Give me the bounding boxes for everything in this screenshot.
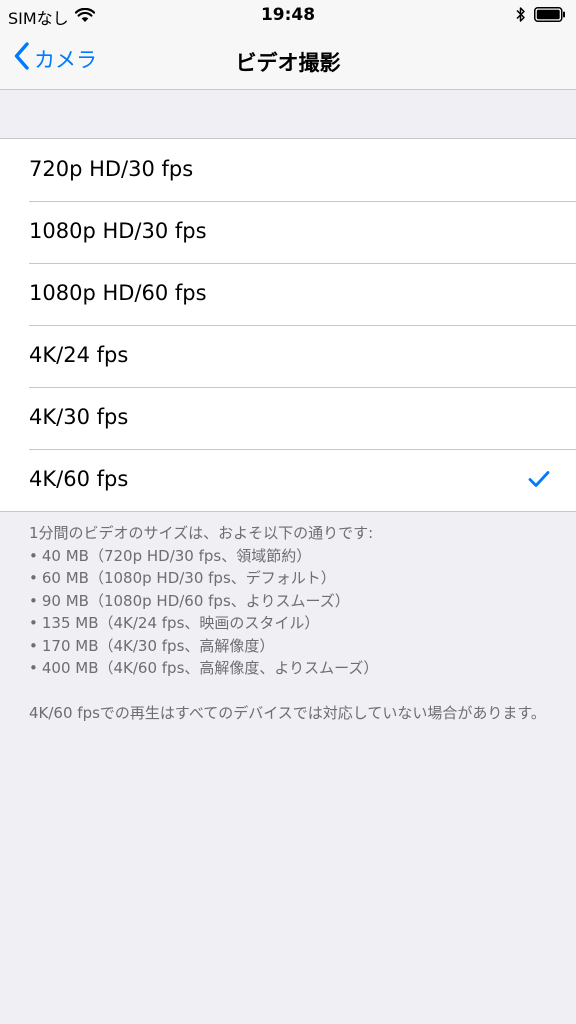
option-label: 4K/30 fps [29, 405, 129, 429]
size-info-item: 40 MB（720p HD/30 fps、領域節約） [29, 545, 549, 568]
size-info-item: 90 MB（1080p HD/60 fps、よりスムーズ） [29, 590, 549, 613]
option-label: 1080p HD/30 fps [29, 219, 207, 243]
size-info-list: 40 MB（720p HD/30 fps、領域節約） 60 MB（1080p H… [29, 545, 549, 680]
status-bar: SIMなし 19:48 [0, 0, 576, 30]
size-info-footer: 1分間のビデオのサイズは、およそ以下の通りです: 40 MB（720p HD/3… [29, 522, 549, 724]
size-info-item: 170 MB（4K/30 fps、高解像度） [29, 635, 549, 658]
size-info-item: 400 MB（4K/60 fps、高解像度、よりスムーズ） [29, 657, 549, 680]
option-label: 4K/24 fps [29, 343, 129, 367]
video-format-list: 720p HD/30 fps 1080p HD/30 fps 1080p HD/… [0, 138, 576, 512]
navigation-bar: カメラ ビデオ撮影 [0, 30, 576, 90]
option-4k-30[interactable]: 4K/30 fps [0, 387, 576, 449]
page-title: ビデオ撮影 [235, 51, 341, 75]
size-info-item: 135 MB（4K/24 fps、映画のスタイル） [29, 612, 549, 635]
option-4k-24[interactable]: 4K/24 fps [0, 325, 576, 387]
option-label: 1080p HD/60 fps [29, 281, 207, 305]
size-info-intro: 1分間のビデオのサイズは、およそ以下の通りです: [29, 524, 374, 542]
bluetooth-icon [516, 6, 526, 28]
playback-note: 4K/60 fpsでの再生はすべてのデバイスでは対応していない場合があります。 [29, 703, 546, 722]
option-4k-60[interactable]: 4K/60 fps [0, 449, 576, 511]
option-1080p-60[interactable]: 1080p HD/60 fps [0, 263, 576, 325]
option-label: 4K/60 fps [29, 467, 129, 491]
checkmark-icon [528, 470, 550, 488]
option-720p-30[interactable]: 720p HD/30 fps [0, 139, 576, 201]
battery-icon [534, 7, 566, 27]
size-info-item: 60 MB（1080p HD/30 fps、デフォルト） [29, 567, 549, 590]
option-1080p-30[interactable]: 1080p HD/30 fps [0, 201, 576, 263]
status-time: 19:48 [260, 5, 316, 25]
status-right [516, 6, 566, 28]
option-label: 720p HD/30 fps [29, 157, 194, 181]
